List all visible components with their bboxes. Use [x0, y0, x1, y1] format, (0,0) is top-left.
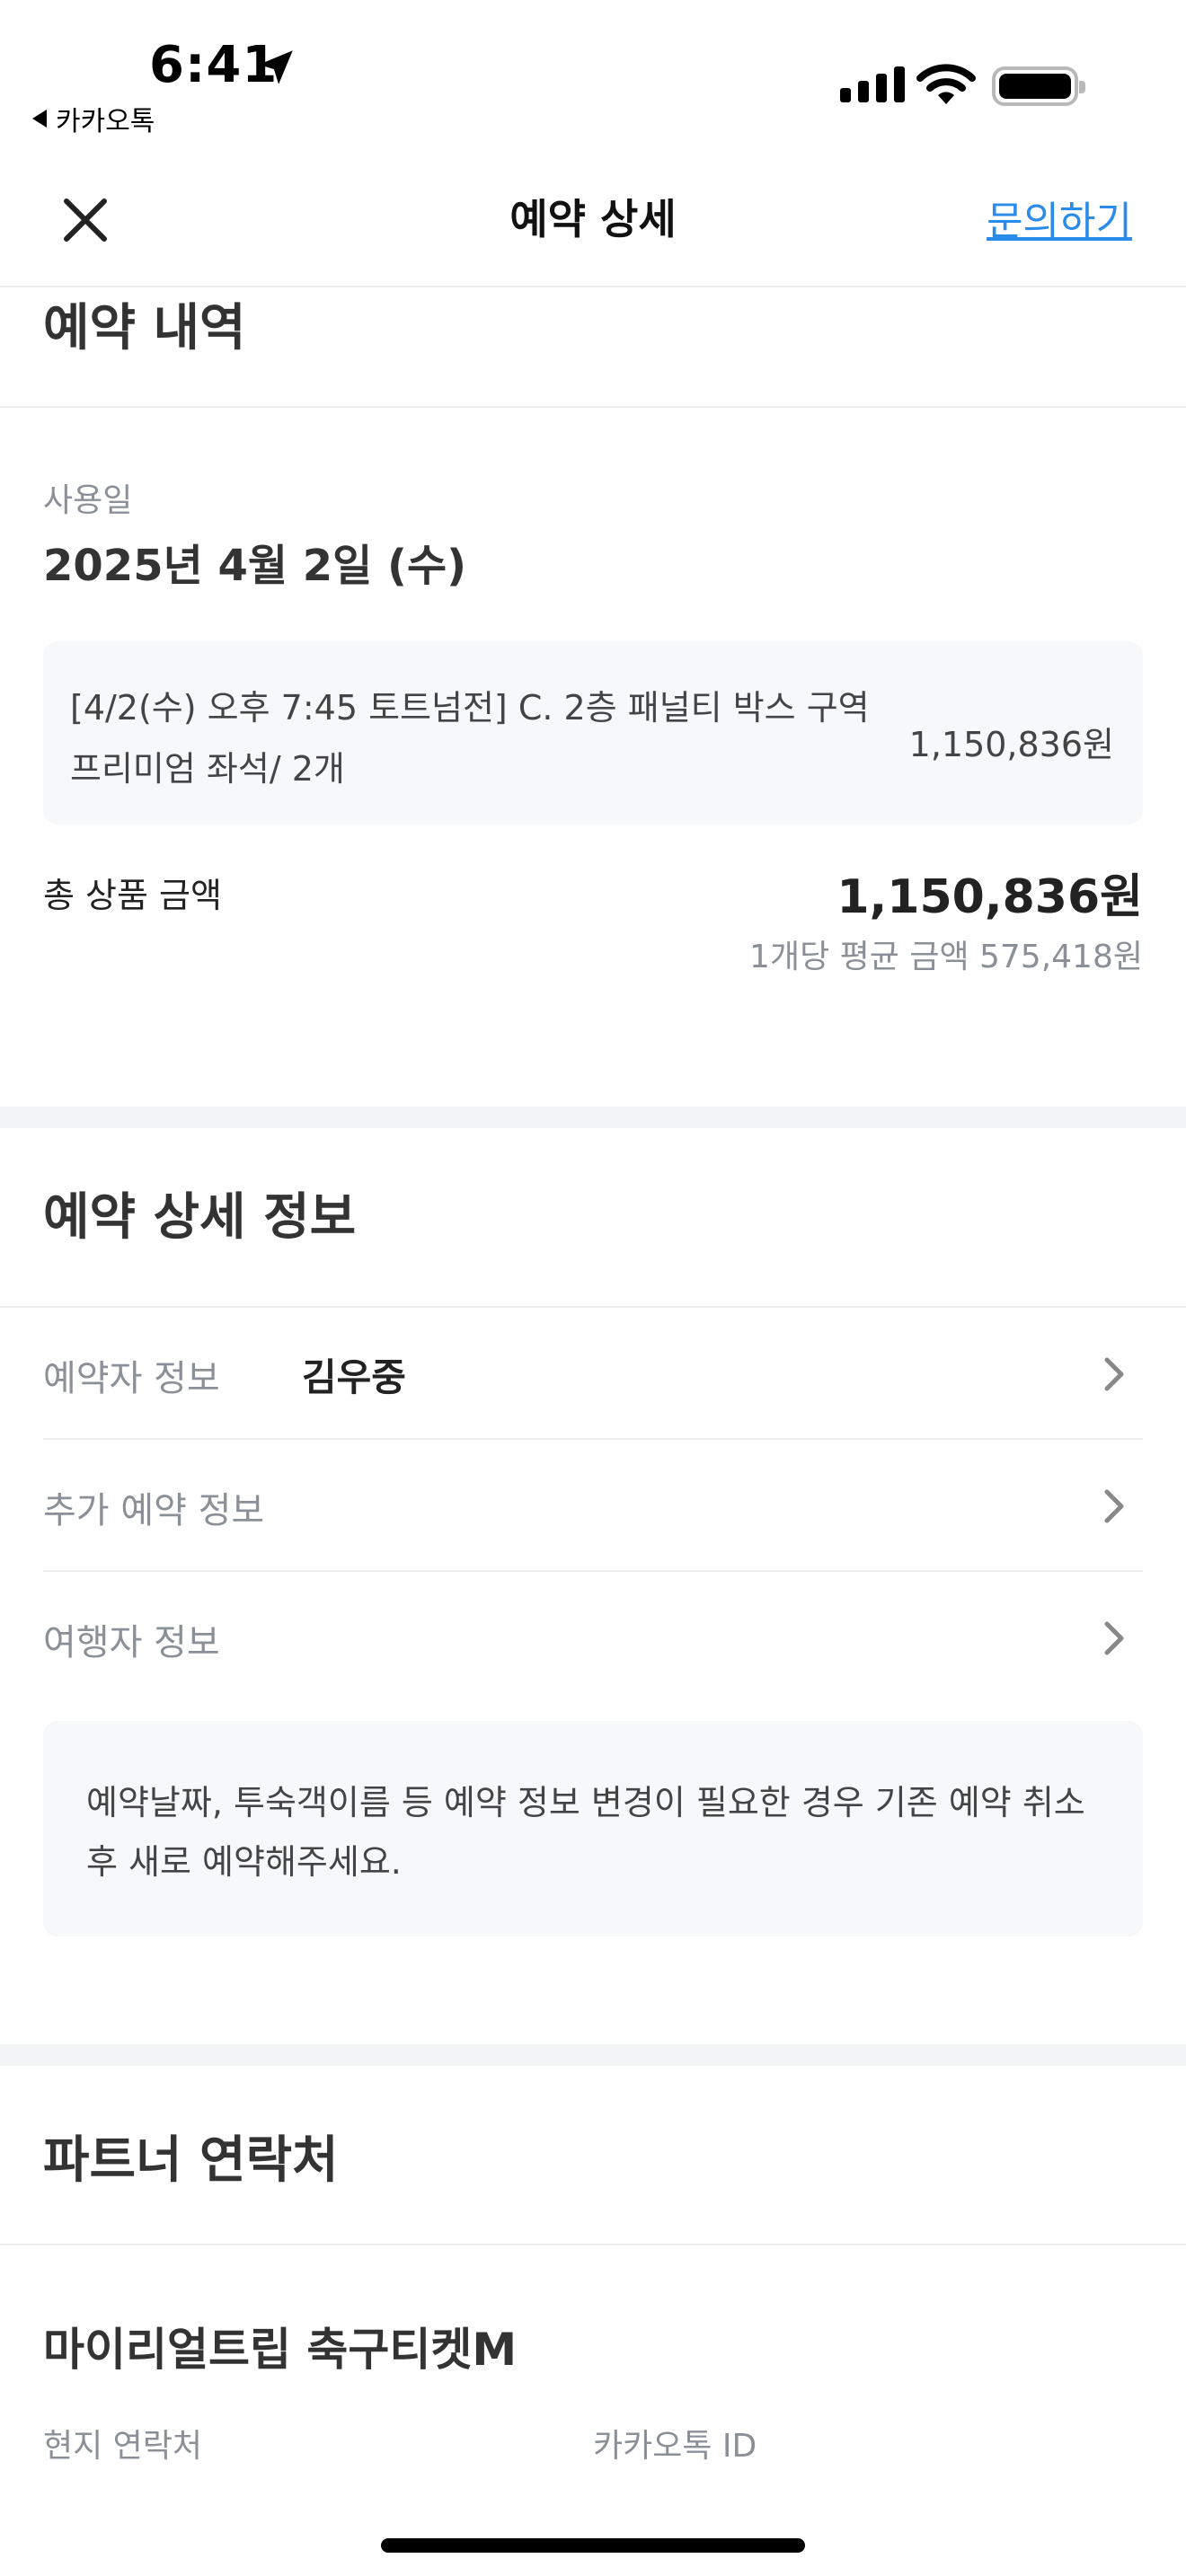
total-amount-label: 총 상품 금액 — [43, 876, 222, 915]
change-notice-text: 예약날짜, 투숙객이름 등 예약 정보 변경이 필요한 경우 기존 예약 취소 … — [86, 1783, 1085, 1882]
cellular-signal-icon — [840, 66, 905, 102]
chevron-right-icon — [1104, 1621, 1124, 1655]
inquiry-link[interactable]: 문의하기 — [987, 189, 1132, 246]
chevron-right-icon — [1104, 1357, 1124, 1391]
item-price: 1,150,836원 — [908, 725, 1114, 764]
traveler-info-row[interactable]: 여행자 정보 — [43, 1572, 1143, 1703]
back-to-app-button[interactable]: 카카오톡 — [32, 99, 155, 138]
battery-icon — [992, 66, 1085, 106]
additional-info-row[interactable]: 추가 예약 정보 — [43, 1440, 1143, 1571]
row-label: 여행자 정보 — [43, 1622, 220, 1663]
kakao-id-label: 카카오톡 ID — [593, 2428, 757, 2465]
use-date-value: 2025년 4월 2일 (수) — [43, 541, 467, 591]
partner-name: 마이리얼트립 축구티켓M — [43, 2324, 518, 2376]
local-contact-label: 현지 연락처 — [43, 2428, 203, 2465]
change-notice-box: 예약날짜, 투숙객이름 등 예약 정보 변경이 필요한 경우 기존 예약 취소 … — [43, 1721, 1143, 1936]
item-name: [4/2(수) 오후 7:45 토트넘전] C. 2층 패널티 박스 구역 프리… — [70, 688, 870, 789]
section-separator — [0, 1107, 1186, 1128]
section-separator — [0, 2044, 1186, 2066]
use-date-label: 사용일 — [43, 482, 133, 519]
booker-name: 김우중 — [302, 1355, 406, 1399]
wifi-icon — [916, 64, 976, 104]
booking-section-title: 예약 내역 — [43, 299, 246, 357]
home-indicator[interactable] — [381, 2538, 805, 2553]
back-triangle-icon — [32, 110, 47, 128]
booker-info-row[interactable]: 예약자 정보 김우중 — [43, 1308, 1143, 1439]
booking-item-card: [4/2(수) 오후 7:45 토트넘전] C. 2층 패널티 박스 구역 프리… — [43, 641, 1143, 825]
partner-section-title: 파트너 연락처 — [43, 2131, 339, 2190]
divider — [0, 406, 1186, 408]
back-app-label: 카카오톡 — [56, 106, 155, 137]
location-arrow-icon — [259, 50, 293, 84]
row-label: 추가 예약 정보 — [43, 1490, 265, 1531]
details-section-title: 예약 상세 정보 — [43, 1188, 357, 1247]
navigation-bar: 예약 상세 문의하기 — [0, 144, 1186, 287]
status-bar: 6:41 카카오톡 — [0, 0, 1186, 144]
average-price: 1개당 평균 금액 575,418원 — [749, 939, 1143, 975]
total-amount-value: 1,150,836원 — [836, 870, 1143, 924]
chevron-right-icon — [1104, 1489, 1124, 1523]
row-label: 예약자 정보 — [43, 1358, 220, 1399]
divider — [0, 2244, 1186, 2245]
booking-detail-screen: 6:41 카카오톡 예약 상세 문의하기 예약 내역 사용일 2025년 4월 … — [0, 0, 1186, 2576]
